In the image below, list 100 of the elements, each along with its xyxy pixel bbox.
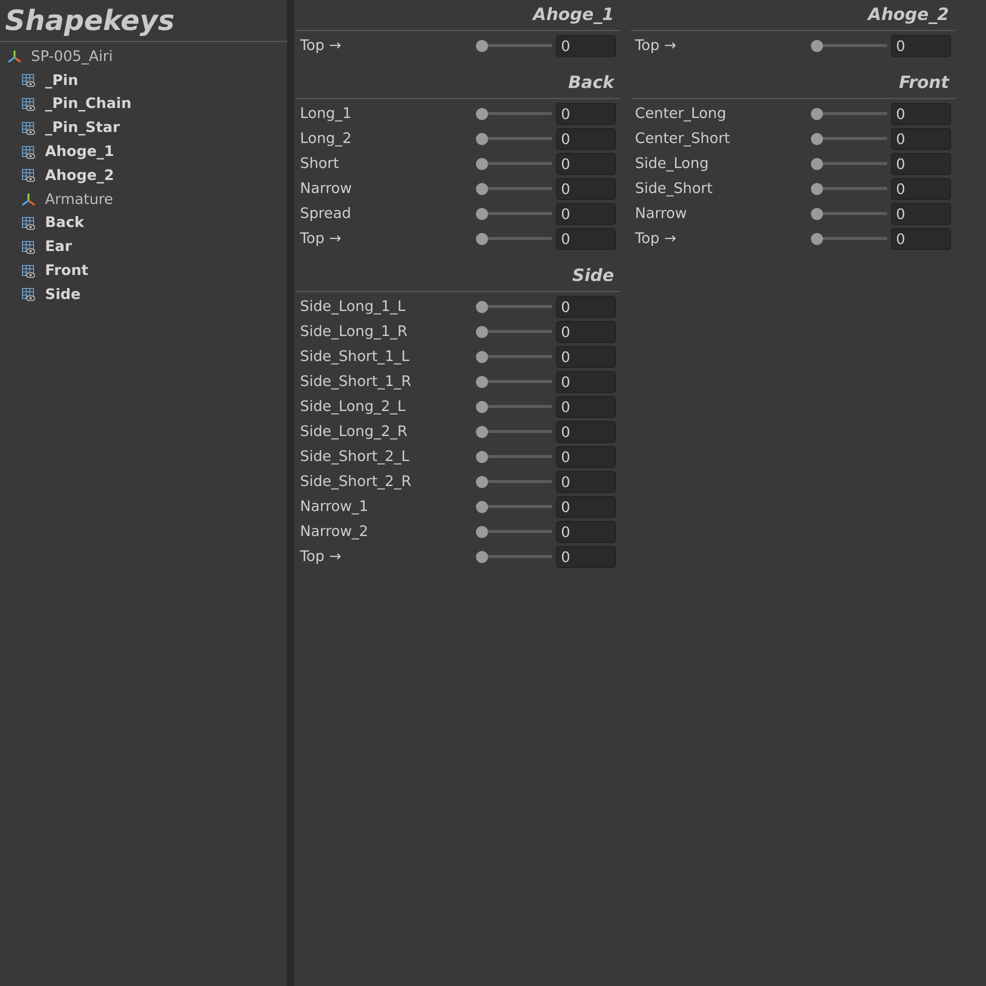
slider-thumb[interactable] (476, 476, 488, 488)
grid-eye-icon (22, 146, 35, 159)
value-field[interactable]: 0 (556, 470, 616, 492)
outliner-item[interactable]: _Pin (45, 72, 78, 89)
section-heading: Side (572, 266, 614, 286)
shapekey-label: Top → (635, 230, 678, 246)
value-field[interactable]: 0 (556, 34, 616, 56)
shapekey-label: Short (300, 156, 340, 172)
value-field[interactable]: 0 (556, 228, 616, 250)
value-field[interactable]: 0 (556, 496, 616, 518)
section-heading: Ahoge_1 (533, 5, 614, 25)
shapekey-label: Spread (300, 206, 352, 222)
shapekey-label: Side_Short_1_R (300, 374, 412, 390)
shapekey-label: Side_Short (635, 180, 714, 196)
grid-eye-icon (22, 74, 35, 88)
shapekey-label: Narrow_2 (300, 524, 370, 540)
value-field[interactable]: 0 (556, 446, 616, 468)
slider-thumb[interactable] (476, 40, 488, 52)
value-field[interactable]: 0 (891, 152, 951, 174)
shapekey-label: Center_Short (635, 130, 731, 146)
slider-thumb[interactable] (476, 108, 488, 120)
slider-thumb[interactable] (476, 450, 488, 462)
grid-eye-icon (22, 240, 35, 254)
shapekey-label: Narrow_1 (300, 498, 370, 514)
shapekey-label: Center_Long (635, 106, 728, 122)
slider-thumb[interactable] (476, 550, 488, 562)
value-field[interactable]: 0 (556, 296, 616, 318)
slider-thumb[interactable] (476, 208, 488, 220)
value-field[interactable]: 0 (556, 128, 616, 150)
value-field[interactable]: 0 (556, 152, 616, 174)
slider-thumb[interactable] (811, 182, 823, 194)
grid-eye-icon (22, 288, 35, 302)
slider-thumb[interactable] (811, 158, 823, 170)
value-field[interactable]: 0 (891, 34, 951, 56)
value-field[interactable]: 0 (556, 396, 616, 418)
slider-thumb[interactable] (476, 158, 488, 170)
shapekey-label: Top → (635, 38, 678, 54)
grid-eye-icon (22, 98, 35, 111)
value-field[interactable]: 0 (891, 178, 951, 200)
outliner-item[interactable]: Back (45, 215, 84, 232)
shapekey-label: Side_Long_1_L (300, 298, 407, 314)
axes-icon (8, 50, 21, 64)
outliner-item[interactable]: _Pin_Chain (45, 96, 132, 112)
value-field[interactable]: 0 (556, 178, 616, 200)
value-field[interactable]: 0 (556, 520, 616, 542)
shapekey-label: Side_Short_2_R (300, 474, 412, 490)
slider-thumb[interactable] (476, 426, 488, 438)
shapekey-label: Side_Short_2_L (300, 448, 410, 464)
section-heading: Front (898, 73, 949, 93)
value-field[interactable]: 0 (556, 346, 616, 368)
slider-thumb[interactable] (476, 376, 488, 388)
value-field[interactable]: 0 (891, 228, 951, 250)
slider-thumb[interactable] (476, 132, 488, 144)
slider-thumb[interactable] (476, 350, 488, 362)
shapekey-label: Side_Long_1_R (300, 324, 408, 340)
value-field[interactable]: 0 (556, 420, 616, 442)
slider-thumb[interactable] (476, 326, 488, 338)
shapekey-label: Side_Long_2_R (300, 424, 408, 440)
shapekey-label: Narrow (300, 180, 353, 196)
value-field[interactable]: 0 (891, 128, 951, 150)
slider-thumb[interactable] (476, 182, 488, 194)
value-field[interactable]: 0 (556, 320, 616, 342)
outliner-item[interactable]: Armature (45, 192, 114, 208)
slider-thumb[interactable] (476, 526, 488, 538)
value-field[interactable]: 0 (556, 102, 616, 124)
shapekey-label: Top → (300, 38, 342, 54)
shapekey-label: Narrow (635, 206, 688, 222)
outliner-item[interactable]: Ear (45, 239, 72, 256)
shapekey-label: Long_2 (300, 130, 353, 146)
slider-thumb[interactable] (811, 208, 823, 220)
outliner-item[interactable]: SP-005_Airi (31, 48, 113, 65)
grid-eye-icon (22, 264, 35, 278)
value-field[interactable]: 0 (556, 370, 616, 392)
value-field[interactable]: 0 (891, 202, 951, 224)
slider-thumb[interactable] (811, 40, 823, 52)
slider-thumb[interactable] (476, 232, 488, 244)
value-field[interactable]: 0 (891, 102, 951, 124)
shapekey-label: Side_Long (635, 156, 710, 172)
shapekey-label: Top → (300, 230, 342, 246)
shapekey-label: Side_Short_1_L (300, 348, 410, 364)
outliner-item[interactable]: _Pin_Star (45, 120, 120, 136)
shapekey-label: Long_1 (300, 106, 353, 122)
shapekey-label: Top → (300, 548, 342, 564)
shapekey-label: Side_Long_2_L (300, 398, 407, 414)
section-heading: Back (568, 73, 614, 93)
outliner-item[interactable]: Ahoge_1 (45, 144, 114, 160)
outliner-item[interactable]: Front (45, 263, 88, 280)
slider-thumb[interactable] (811, 232, 823, 244)
slider-thumb[interactable] (811, 108, 823, 120)
section-heading: Ahoge_2 (868, 5, 949, 25)
outliner-item[interactable]: Side (45, 286, 81, 303)
axes-icon (22, 193, 35, 206)
grid-eye-icon (22, 169, 35, 182)
value-field[interactable]: 0 (556, 546, 616, 568)
slider-thumb[interactable] (476, 300, 488, 312)
value-field[interactable]: 0 (556, 202, 616, 224)
slider-thumb[interactable] (476, 400, 488, 412)
outliner-item[interactable]: Ahoge_2 (45, 168, 114, 184)
slider-thumb[interactable] (811, 132, 823, 144)
slider-thumb[interactable] (476, 500, 488, 512)
